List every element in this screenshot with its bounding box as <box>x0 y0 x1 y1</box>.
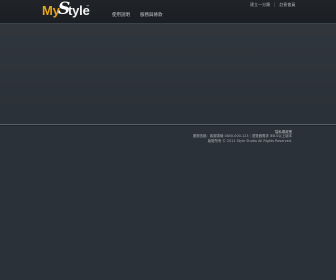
site-header: My S tyle ™ 使用說明 服務與條款 建立一分類 | 註冊會員 <box>0 0 336 24</box>
site-footer: 隱私權政策 服務信箱：客服專線 0800-000-123｜瀏覽器需求 IE8.0… <box>162 130 292 143</box>
page-background: My S tyle ™ 使用說明 服務與條款 建立一分類 | 註冊會員 隱私權政… <box>0 0 336 280</box>
footer-copyright: 版權所有 © 2011 Style Studio All Rights Rese… <box>207 138 292 143</box>
top-link-register[interactable]: 註冊會員 <box>279 2 295 8</box>
trademark-mark: ™ <box>86 4 90 9</box>
mystyle-logo[interactable]: My S tyle ™ <box>42 0 90 20</box>
main-nav: 使用說明 服務與條款 <box>112 12 163 18</box>
top-link-create[interactable]: 建立一分類 <box>250 2 270 8</box>
top-link-separator: | <box>274 2 276 7</box>
top-links: 建立一分類 | 註冊會員 <box>250 2 295 8</box>
nav-item-usage-guide[interactable]: 使用說明 <box>112 12 130 18</box>
content-divider <box>0 124 336 125</box>
nav-item-terms[interactable]: 服務與條款 <box>140 12 163 18</box>
